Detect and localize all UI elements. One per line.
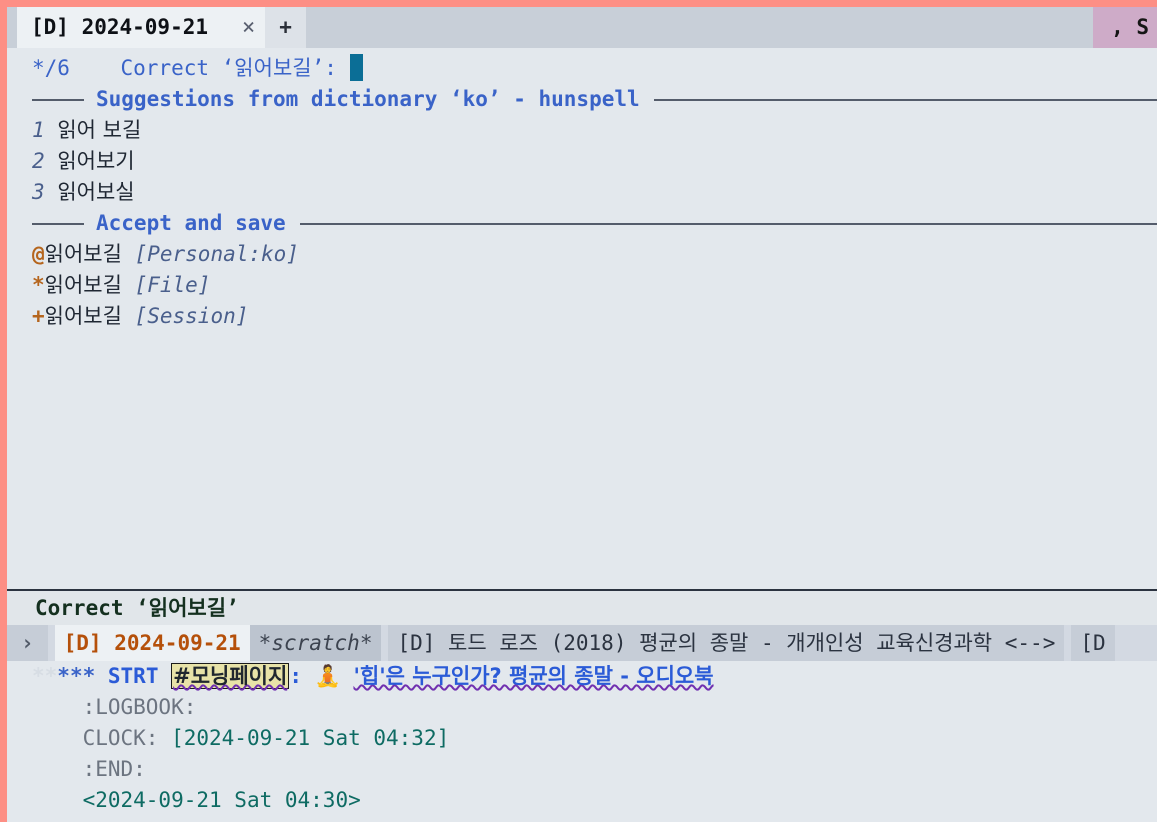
prompt-counter: */6 [32,56,70,80]
org-drawer-end: :END: [7,754,1157,785]
rule-left [32,98,84,101]
suggestion-text: 읽어 보길 [57,118,142,142]
accept-action-scope: [Session] [134,304,249,328]
accept-action-row[interactable]: +읽어보길 [Session] [7,301,1157,332]
org-headline[interactable]: ***** STRT #모닝페이지: 🧘 '힙'은 누구인가? 평균의 종말 -… [7,661,1157,692]
suggestion-row[interactable]: 2 읽어보기 [7,146,1157,177]
rule-left [32,222,84,225]
org-buffer-window: ***** STRT #모닝페이지: 🧘 '힙'은 누구인가? 평균의 종말 -… [7,661,1157,822]
accept-action-text: 읽어보길 [44,273,122,297]
correction-popup-window: */6 Correct ‘읽어보길’: Suggestions from dic… [7,48,1157,589]
org-timestamp[interactable]: <2024-09-21 Sat 04:30> [83,788,361,812]
suggestion-text: 읽어보기 [57,149,135,173]
tab-bar-filler [305,7,1094,48]
buffer-tab-gap [47,625,55,661]
minibuffer-prompt: Correct ‘읽어보길’ [7,589,1157,625]
rule-right [653,98,1157,101]
org-clock-line: CLOCK: [2024-09-21 Sat 04:32] [7,723,1157,754]
org-headline-colon: : [289,664,302,688]
chevron-right-icon[interactable]: › [7,625,48,661]
accept-action-key: @ [32,242,45,266]
section-header-accept-and-save: Accept and save [7,208,1157,239]
rule-right [299,222,1157,225]
buffer-tab-line: › [D] 2024-09-21 *scratch* [D] 토드 로즈 (20… [7,625,1157,661]
suggestion-text: 읽어보실 [57,180,135,204]
org-headline-rest: '힙'은 누구인가? 평균의 종말 - 오디오북 [353,664,714,688]
accept-action-text: 읽어보길 [44,242,122,266]
org-stars: *** [57,664,96,688]
org-drawer-label: :LOGBOOK: [82,695,197,719]
accept-action-row[interactable]: @읽어보길 [Personal:ko] [7,239,1157,270]
emacs-frame-inner: [D] 2024-09-21 × + , S */6 Correct ‘읽어보길… [7,7,1157,822]
meditation-emoji-icon: 🧘 [314,664,341,688]
tab-label: [D] 2024-09-21 [31,15,209,39]
suggestion-key: 3 [32,180,45,204]
new-tab-button[interactable]: + [265,7,306,48]
buffer-tab-2024-09-21[interactable]: [D] 2024-09-21 [54,625,250,661]
accept-action-scope: [File] [134,273,211,297]
section-title: Suggestions from dictionary ‘ko’ - hunsp… [96,87,640,111]
emacs-frame: [D] 2024-09-21 × + , S */6 Correct ‘읽어보길… [0,0,1157,822]
tab-2024-09-21[interactable]: [D] 2024-09-21 × [17,7,266,48]
accept-action-row[interactable]: *읽어보길 [File] [7,270,1157,301]
suggestion-row[interactable]: 3 읽어보실 [7,177,1157,208]
misspelled-word-highlight[interactable]: #모닝페이지 [171,663,290,689]
prompt-text: Correct ‘읽어보길’: [120,56,337,80]
text-cursor[interactable] [349,54,363,81]
suggestion-row[interactable]: 1 읽어 보길 [7,115,1157,146]
suggestion-key: 2 [32,149,45,173]
buffer-tab-overflow[interactable]: [D [1071,625,1115,661]
buffer-tab-scratch[interactable]: *scratch* [249,625,382,661]
org-timestamp-line: <2024-09-21 Sat 04:30> [7,785,1157,816]
section-title: Accept and save [96,211,286,235]
tab-bar: [D] 2024-09-21 × + , S [7,7,1157,48]
close-icon[interactable]: × [242,12,255,43]
buffer-tab-gap [381,625,389,661]
buffer-tab-gap [1064,625,1072,661]
tab-bar-trailing-item[interactable]: , S [1093,7,1157,48]
accept-action-key: + [32,304,45,328]
org-clock-timestamp[interactable]: [2024-09-21 Sat 04:32] [171,726,449,750]
section-header-suggestions: Suggestions from dictionary ‘ko’ - hunsp… [7,84,1157,115]
accept-action-scope: [Personal:ko] [134,242,299,266]
org-todo-keyword[interactable]: STRT [108,664,159,688]
correction-prompt-line: */6 Correct ‘읽어보길’: [7,53,1157,84]
org-clock-label: CLOCK: [82,726,172,750]
buffer-tab-todd-rose[interactable]: [D] 토드 로즈 (2018) 평균의 종말 - 개개인성 교육신경과학 <-… [388,625,1065,661]
suggestion-key: 1 [32,118,45,142]
tab-bar-left-pad [7,7,17,48]
accept-action-text: 읽어보길 [44,304,122,328]
org-drawer-label: :END: [82,757,146,781]
org-drawer-start: :LOGBOOK: [7,692,1157,723]
accept-action-key: * [32,273,45,297]
org-stars-hidden: ** [32,664,58,688]
